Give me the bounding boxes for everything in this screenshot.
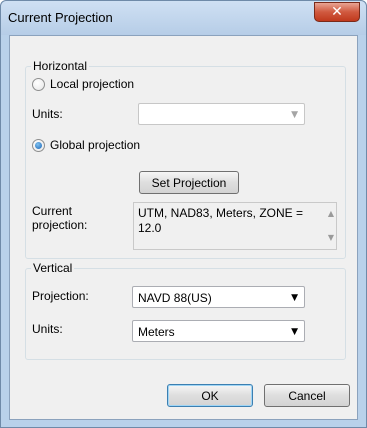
scroll-up-icon[interactable]: ▲ [328, 209, 334, 218]
horizontal-group-title: Horizontal [31, 59, 90, 73]
set-projection-button[interactable]: Set Projection [139, 171, 239, 194]
current-projection-textbox[interactable]: UTM, NAD83, Meters, ZONE = 12.0 ▲ ▼ [133, 202, 337, 250]
horizontal-units-select[interactable]: ▼ [138, 103, 305, 125]
dialog-window: Current Projection ✕ Horizontal Local pr… [0, 0, 367, 428]
chevron-down-icon: ▼ [291, 110, 298, 120]
vertical-group: Vertical Projection: NAVD 88(US) ▼ Units… [25, 261, 346, 360]
vertical-group-title: Vertical [31, 261, 75, 275]
window-title: Current Projection [8, 10, 113, 25]
scroll-down-icon[interactable]: ▼ [328, 233, 334, 242]
vertical-projection-label: Projection: [32, 289, 89, 303]
local-projection-label[interactable]: Local projection [50, 77, 134, 91]
vertical-units-value: Meters [138, 325, 175, 339]
local-projection-radio[interactable] [32, 78, 45, 91]
current-projection-label-line1: Current [32, 204, 73, 218]
vertical-projection-select[interactable]: NAVD 88(US) ▼ [132, 286, 305, 308]
close-button[interactable]: ✕ [314, 2, 360, 22]
vertical-units-label: Units: [32, 322, 63, 336]
title-bar[interactable]: Current Projection ✕ [1, 1, 366, 35]
global-projection-radio[interactable] [32, 139, 45, 152]
ok-button-label: OK [201, 388, 219, 403]
ok-button[interactable]: OK [167, 384, 253, 407]
vertical-units-select[interactable]: Meters ▼ [132, 320, 305, 342]
chevron-down-icon: ▼ [291, 293, 298, 303]
global-projection-label[interactable]: Global projection [50, 138, 140, 152]
dialog-body: Horizontal Local projection Units: ▼ Glo… [9, 35, 358, 420]
cancel-button[interactable]: Cancel [264, 384, 350, 407]
current-projection-value: UTM, NAD83, Meters, ZONE = 12.0 [138, 206, 304, 235]
set-projection-label: Set Projection [151, 175, 227, 190]
chevron-down-icon: ▼ [291, 327, 298, 337]
current-projection-label-line2: projection: [32, 218, 88, 232]
close-icon: ✕ [331, 4, 343, 20]
vertical-projection-value: NAVD 88(US) [138, 291, 212, 305]
radio-selected-dot [35, 142, 42, 149]
cancel-button-label: Cancel [288, 388, 326, 403]
units-label: Units: [32, 107, 63, 121]
horizontal-group: Horizontal Local projection Units: ▼ Glo… [25, 59, 346, 259]
